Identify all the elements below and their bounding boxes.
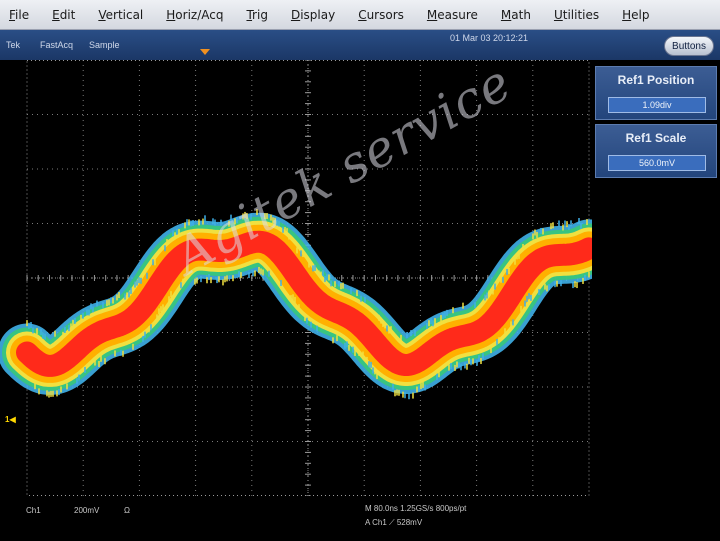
channel-label[interactable]: Ch1: [26, 506, 41, 515]
menu-math[interactable]: Math: [492, 8, 545, 22]
menu-cursors[interactable]: Cursors: [349, 8, 418, 22]
channel-scale[interactable]: 200mV: [74, 506, 99, 515]
control-panel: Ref1 Position 1.09div Ref1 Scale 560.0mV: [592, 60, 720, 541]
status-fastacq: FastAcq: [40, 40, 74, 50]
menu-bar: File Edit Vertical Horiz/Acq Trig Display Curs…: [0, 0, 720, 30]
status-acq-mode: Sample: [89, 40, 120, 50]
graticule: [0, 60, 592, 497]
menu-display[interactable]: Display: [282, 8, 349, 22]
ref1-scale-control[interactable]: Ref1 Scale 560.0mV: [595, 124, 717, 178]
channel-coupling: Ω: [124, 506, 130, 515]
trigger-readout[interactable]: A Ch1 ⟋ 528mV: [365, 518, 422, 528]
menu-file[interactable]: File: [0, 8, 43, 22]
status-datetime: 01 Mar 03 20:12:21: [450, 33, 529, 43]
ref1-scale-value[interactable]: 560.0mV: [608, 155, 706, 171]
menu-horiz-acq[interactable]: Horiz/Acq: [157, 8, 237, 22]
menu-trig[interactable]: Trig: [237, 8, 281, 22]
ref1-position-value[interactable]: 1.09div: [608, 97, 706, 113]
buttons-button[interactable]: Buttons: [664, 36, 714, 56]
ground-reference-icon[interactable]: 1◀: [5, 414, 21, 426]
menu-edit[interactable]: Edit: [43, 8, 89, 22]
menu-help[interactable]: Help: [613, 8, 663, 22]
status-tek: Tek: [6, 40, 21, 50]
ref1-position-control[interactable]: Ref1 Position 1.09div: [595, 66, 717, 120]
ref1-position-title: Ref1 Position: [617, 73, 695, 87]
trigger-position-icon[interactable]: [200, 49, 210, 55]
ref1-scale-title: Ref1 Scale: [625, 131, 687, 145]
menu-utilities[interactable]: Utilities: [545, 8, 613, 22]
readout-bar: Ch1 200mV Ω M 80.0ns 1.25GS/s 800ps/pt A…: [0, 496, 720, 541]
status-bar: Tek FastAcq Sample 01 Mar 03 20:12:21 Bu…: [0, 30, 720, 60]
waveform-display[interactable]: [0, 60, 592, 510]
timebase-readout[interactable]: M 80.0ns 1.25GS/s 800ps/pt: [365, 504, 466, 513]
menu-vertical[interactable]: Vertical: [89, 8, 157, 22]
menu-measure[interactable]: Measure: [418, 8, 492, 22]
